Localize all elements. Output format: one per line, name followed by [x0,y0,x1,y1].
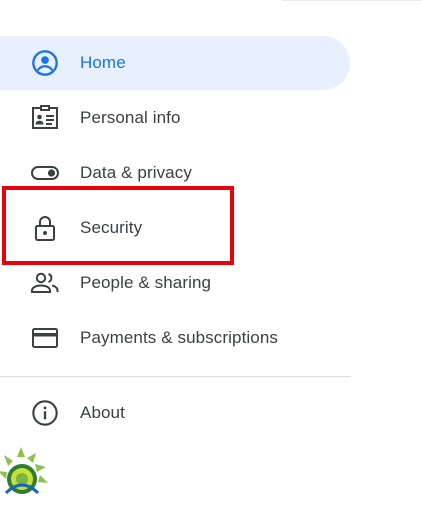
sidebar-item-label: Data & privacy [80,163,192,182]
sidebar-item-personal-info[interactable]: Personal info [0,91,350,145]
top-divider [282,0,422,1]
sidebar-item-home[interactable]: Home [0,36,350,90]
account-circle-icon [30,48,60,78]
toggle-icon [30,158,60,188]
nav-divider [0,376,351,377]
sidebar-item-about[interactable]: About [0,386,350,440]
credit-card-icon [30,323,60,353]
id-card-icon [30,103,60,133]
info-icon [30,398,60,428]
people-icon [30,268,60,298]
highlight-box [2,186,234,265]
sidebar-item-label: Payments & subscriptions [80,328,278,347]
sidebar-item-label: Home [80,53,126,72]
sun-logo-icon [0,445,52,503]
sidebar-item-label: People & sharing [80,273,212,292]
sidebar-item-label: Personal info [80,108,181,127]
sidebar-item-payments-subscriptions[interactable]: Payments & subscriptions [0,311,350,365]
sidebar-item-label: About [80,403,125,422]
